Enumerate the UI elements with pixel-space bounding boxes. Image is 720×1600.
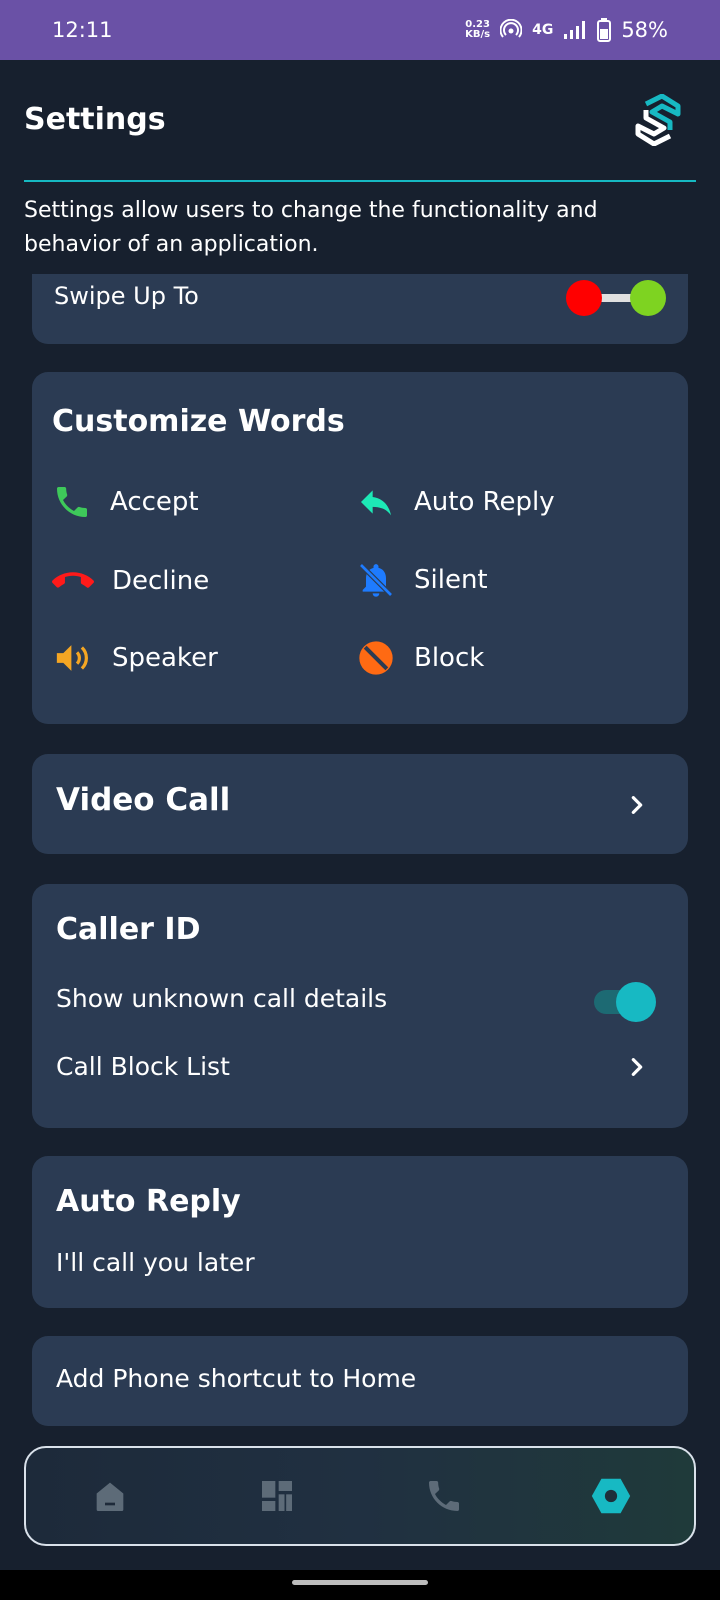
status-bar: 12:11 0.23 KB/s 4G 58%	[0, 0, 720, 60]
status-time: 12:11	[52, 18, 113, 42]
phone-icon	[428, 1481, 459, 1511]
video-call-label: Video Call	[56, 782, 231, 818]
net-speed: 0.23 KB/s	[465, 20, 490, 40]
auto-reply-message: I'll call you later	[56, 1248, 255, 1277]
video-call-row[interactable]: Video Call	[32, 754, 688, 854]
status-icons: 0.23 KB/s 4G 58%	[465, 18, 668, 42]
swipe-toggle-red-knob	[566, 280, 602, 316]
word-label-accept: Accept	[110, 487, 199, 517]
battery-level: 58%	[621, 18, 668, 42]
show-unknown-label: Show unknown call details	[56, 984, 388, 1013]
speaker-icon	[56, 645, 88, 671]
auto-reply-title: Auto Reply	[56, 1184, 241, 1219]
home-icon	[96, 1482, 123, 1511]
customize-words-title: Customize Words	[52, 404, 345, 439]
swipe-up-toggle[interactable]	[566, 280, 666, 316]
word-label-silent: Silent	[414, 565, 488, 595]
swipe-toggle-green-knob	[630, 280, 666, 316]
swipe-up-label: Swipe Up To	[54, 282, 199, 310]
block-icon	[359, 641, 393, 675]
net-speed-unit: KB/s	[465, 29, 491, 40]
word-label-block: Block	[414, 643, 485, 673]
network-type: 4G	[532, 22, 554, 38]
caller-id-card: Caller ID Show unknown call details Call…	[32, 884, 688, 1128]
phone-decline-icon	[52, 572, 94, 588]
header: Settings	[24, 88, 696, 178]
page-title: Settings	[24, 102, 166, 137]
gesture-bar	[0, 1570, 720, 1600]
customize-words-card: Customize Words Accept Auto Reply Declin…	[32, 372, 688, 724]
reply-icon	[361, 490, 391, 516]
add-shortcut-label: Add Phone shortcut to Home	[56, 1364, 417, 1393]
show-unknown-toggle[interactable]	[594, 982, 656, 1022]
nav-home[interactable]	[80, 1466, 140, 1526]
word-label-speaker: Speaker	[112, 643, 218, 673]
call-block-list-row[interactable]: Call Block List	[56, 1052, 230, 1081]
app-logo-icon	[632, 93, 684, 147]
hotspot-icon	[500, 19, 523, 41]
word-label-auto-reply: Auto Reply	[414, 487, 555, 517]
word-item-block[interactable]: Block	[356, 638, 484, 678]
phone-accept-icon	[57, 487, 87, 517]
nav-settings[interactable]	[581, 1466, 641, 1526]
bell-off-icon	[359, 563, 393, 597]
home-gesture-handle[interactable]	[292, 1580, 428, 1585]
signal-icon	[563, 20, 587, 40]
header-divider	[24, 180, 696, 182]
word-item-auto-reply[interactable]: Auto Reply	[356, 482, 555, 522]
word-item-accept[interactable]: Accept	[52, 482, 199, 522]
auto-reply-card[interactable]: Auto Reply I'll call you later	[32, 1156, 688, 1308]
settings-hex-icon	[591, 1478, 630, 1514]
add-shortcut-row[interactable]: Add Phone shortcut to Home	[32, 1336, 688, 1426]
bottom-nav	[24, 1446, 696, 1546]
word-item-silent[interactable]: Silent	[356, 560, 488, 600]
nav-dashboard[interactable]	[247, 1466, 307, 1526]
chevron-right-icon[interactable]	[626, 1056, 648, 1078]
swipe-up-card: Swipe Up To	[32, 274, 688, 344]
battery-icon	[597, 18, 612, 42]
word-item-decline[interactable]: Decline	[52, 560, 209, 602]
nav-calls[interactable]	[414, 1466, 474, 1526]
word-label-decline: Decline	[112, 566, 210, 596]
chevron-right-icon	[631, 796, 643, 814]
dashboard-icon	[261, 1481, 292, 1511]
page-subtitle: Settings allow users to change the funct…	[24, 198, 598, 257]
caller-id-title: Caller ID	[56, 912, 201, 947]
show-unknown-toggle-knob	[616, 982, 656, 1022]
word-item-speaker[interactable]: Speaker	[52, 638, 218, 678]
